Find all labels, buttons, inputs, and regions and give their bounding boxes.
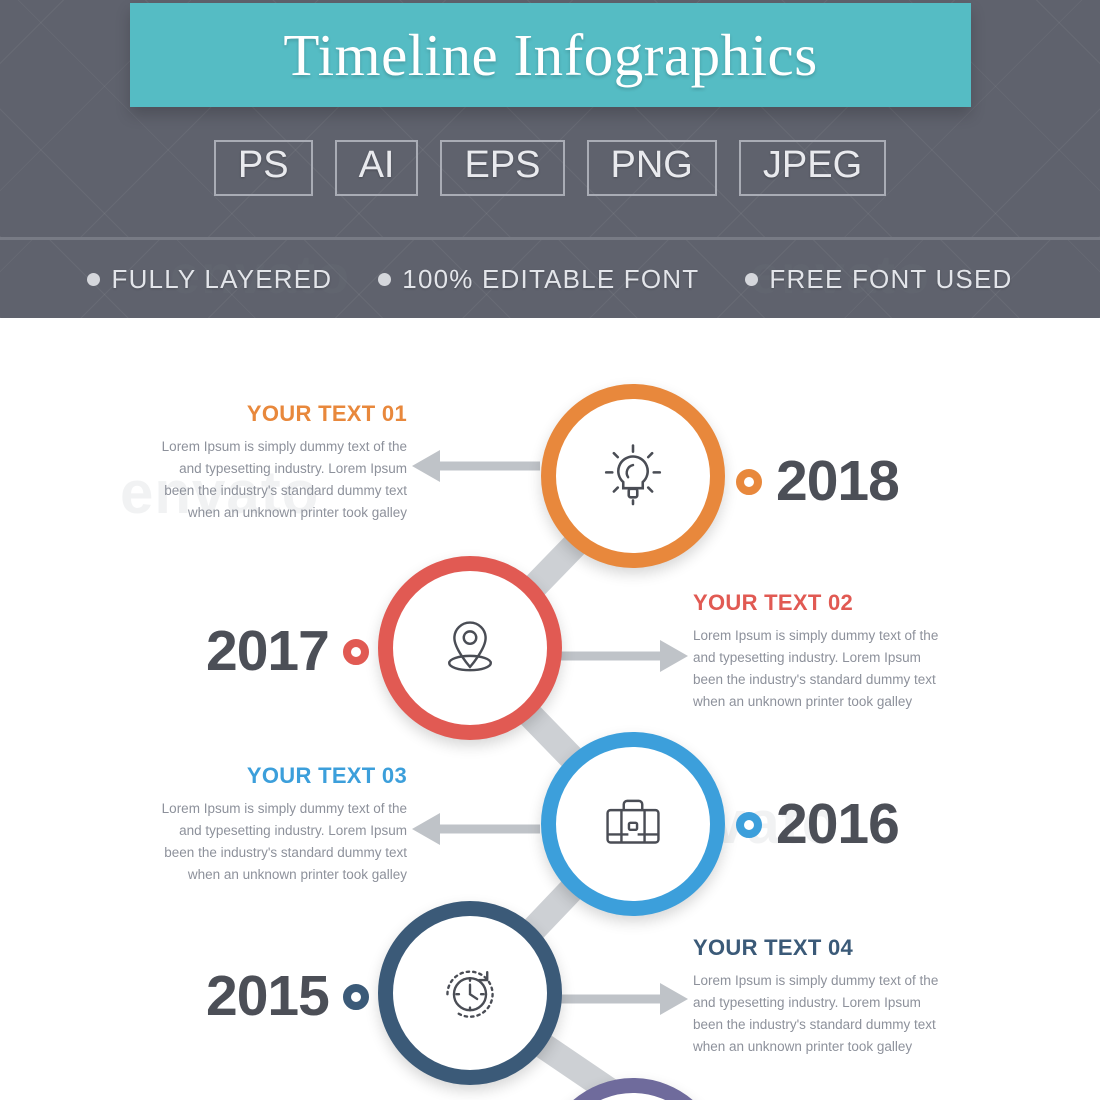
arrow-left-3: [412, 813, 540, 845]
format-badge-png: PNG: [586, 140, 717, 196]
timeline-text-block-2: YOUR TEXT 02 Lorem Ipsum is simply dummy…: [693, 590, 983, 713]
header-banner: Timeline Infographics PS AI EPS PNG JPEG: [0, 0, 1100, 237]
feature-item-fully-layered: FULLY LAYERED: [87, 264, 332, 295]
feature-label: FULLY LAYERED: [111, 263, 333, 294]
year-marker-dot-icon: [736, 468, 762, 495]
bullet-dot-icon: [87, 272, 101, 286]
timeline-text-block-1: YOUR TEXT 01 Lorem Ipsum is simply dummy…: [117, 401, 407, 524]
timeline-text-block-4: YOUR TEXT 04 Lorem Ipsum is simply dummy…: [693, 935, 983, 1058]
body-line: Lorem Ipsum is simply dummy text of the: [161, 439, 407, 454]
body-line: and typesetting industry. Lorem Ipsum: [693, 650, 921, 665]
map-pin-icon: [447, 621, 493, 672]
body-line: been the industry's standard dummy text: [164, 845, 407, 860]
timeline-body-1: Lorem Ipsum is simply dummy text of the …: [117, 436, 407, 524]
timeline-title-4: YOUR TEXT 04: [693, 935, 854, 960]
format-badge-eps: EPS: [440, 140, 565, 196]
timeline-circle-2[interactable]: [378, 556, 562, 740]
feature-item-editable-font: 100% EDITABLE FONT: [378, 264, 699, 295]
body-line: been the industry's standard dummy text: [164, 483, 407, 498]
year-marker-dot-icon: [736, 811, 762, 838]
feature-item-free-font: FREE FONT USED: [745, 264, 1012, 295]
body-line: when an unknown printer took galley: [187, 867, 407, 882]
timeline-year-group-1: 2018: [736, 449, 900, 513]
arrow-left-1: [412, 450, 540, 482]
title-bar: Timeline Infographics: [130, 3, 971, 107]
timeline-text-block-3: YOUR TEXT 03 Lorem Ipsum is simply dummy…: [117, 763, 407, 886]
body-line: been the industry's standard dummy text: [693, 672, 936, 687]
body-line: when an unknown printer took galley: [693, 1039, 913, 1054]
timeline-year-group-4: 2015: [206, 968, 369, 1025]
timeline-year-group-3: 2016: [736, 792, 900, 856]
timeline-year-1: 2018: [776, 449, 900, 513]
bullet-dot-icon: [378, 272, 392, 286]
body-line: when an unknown printer took galley: [187, 505, 407, 520]
timeline-title-2: YOUR TEXT 02: [693, 590, 854, 615]
timeline-title-1: YOUR TEXT 01: [246, 401, 407, 426]
body-line: and typesetting industry. Lorem Ipsum: [179, 461, 407, 476]
year-marker-dot-icon: [342, 983, 369, 1010]
timeline-title-3: YOUR TEXT 03: [246, 763, 407, 788]
timeline-body-2: Lorem Ipsum is simply dummy text of the …: [693, 625, 983, 713]
body-line: been the industry's standard dummy text: [693, 1017, 936, 1032]
feature-strip: envato envato FULLY LAYERED 100% EDITABL…: [0, 237, 1100, 318]
clock-arrow-icon: [446, 970, 494, 1018]
page-title: Timeline Infographics: [283, 21, 818, 88]
timeline-body-4: Lorem Ipsum is simply dummy text of the …: [693, 970, 983, 1058]
year-marker-dot-icon: [342, 638, 369, 665]
format-badge-jpeg: JPEG: [738, 140, 887, 196]
timeline-body-3: Lorem Ipsum is simply dummy text of the …: [117, 798, 407, 886]
timeline-circle-1[interactable]: [541, 384, 725, 568]
timeline-circle-3[interactable]: [541, 732, 725, 916]
timeline-year-4: 2015: [206, 964, 330, 1028]
body-line: Lorem Ipsum is simply dummy text of the: [693, 973, 939, 988]
format-badge-ps: PS: [213, 140, 313, 196]
timeline-year-3: 2016: [776, 792, 900, 856]
format-badge-list: PS AI EPS PNG JPEG: [0, 140, 1100, 196]
body-line: and typesetting industry. Lorem Ipsum: [179, 823, 407, 838]
arrow-right-2: [560, 640, 688, 672]
briefcase-icon: [606, 799, 660, 844]
feature-label: FREE FONT USED: [769, 263, 1013, 294]
timeline-year-group-2: 2017: [206, 623, 369, 680]
timeline-infographic: envato envato envato YOUR TEXT 01 Lore: [0, 318, 1100, 1100]
feature-label: 100% EDITABLE FONT: [402, 263, 700, 294]
timeline-year-2: 2017: [206, 619, 330, 683]
arrow-right-4: [560, 983, 688, 1015]
lightbulb-icon: [604, 444, 662, 506]
body-line: Lorem Ipsum is simply dummy text of the: [161, 801, 407, 816]
bullet-dot-icon: [745, 272, 759, 286]
body-line: when an unknown printer took galley: [693, 694, 913, 709]
format-badge-ai: AI: [334, 140, 419, 196]
body-line: and typesetting industry. Lorem Ipsum: [693, 995, 921, 1010]
timeline-circle-4[interactable]: [378, 901, 562, 1085]
body-line: Lorem Ipsum is simply dummy text of the: [693, 628, 939, 643]
